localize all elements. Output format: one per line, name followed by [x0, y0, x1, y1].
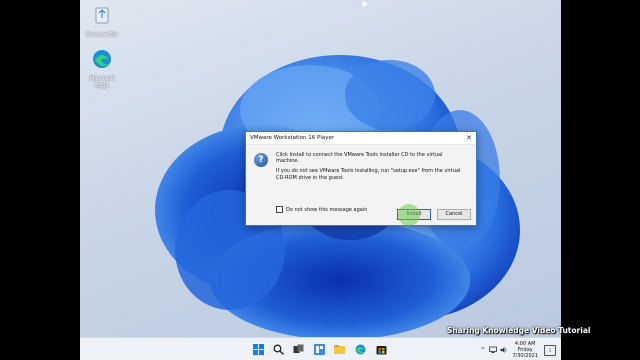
close-icon[interactable]: ✕: [466, 134, 472, 142]
checkbox-box[interactable]: [276, 206, 283, 213]
watermark-text: Sharing Knowledge Video Tutorial: [447, 326, 591, 335]
desktop-icon-label: Microsoft Edge: [89, 76, 115, 89]
checkbox-label: Do not show this message again: [286, 206, 368, 213]
click-highlight: [398, 204, 420, 226]
dialog-titlebar: VMware Workstation 16 Player ✕: [246, 132, 476, 145]
dialog-title: VMware Workstation 16 Player: [250, 135, 335, 141]
edge-icon: [93, 50, 111, 68]
notification-icon[interactable]: 1: [544, 344, 556, 356]
vmware-tools-dialog: VMware Workstation 16 Player ✕ ? Click I…: [245, 131, 477, 226]
taskbar-clock[interactable]: 4:00 AM Friday 7/30/2021: [512, 341, 538, 359]
network-icon[interactable]: [489, 346, 498, 354]
desktop-icon-recycle-bin[interactable]: Recycle Bin: [82, 4, 122, 39]
file-explorer-icon[interactable]: [334, 344, 345, 355]
desktop: Recycle Bin Microsoft Edge VMware Workst…: [80, 0, 561, 360]
tray-chevron-icon[interactable]: ^: [480, 347, 485, 354]
search-icon[interactable]: [273, 344, 284, 355]
widgets-icon[interactable]: [314, 344, 325, 355]
start-icon[interactable]: [253, 344, 264, 355]
system-tray: ^ 4:00 AM Friday 7/30/2021 1: [480, 341, 556, 359]
volume-icon[interactable]: [500, 346, 508, 354]
question-icon: ?: [254, 153, 268, 167]
desktop-icon-edge[interactable]: Microsoft Edge: [82, 48, 122, 90]
desktop-icon-label: Recycle Bin: [86, 32, 118, 38]
cancel-button[interactable]: Cancel: [437, 209, 471, 220]
dialog-message-1: Click Install to connect the VMware Tool…: [276, 152, 443, 165]
edge-icon[interactable]: [355, 344, 366, 355]
task-view-icon[interactable]: [293, 344, 304, 355]
store-icon[interactable]: [376, 344, 387, 355]
taskbar: ^ 4:00 AM Friday 7/30/2021 1: [80, 337, 561, 360]
clock-date: 7/30/2021: [512, 353, 538, 359]
dialog-message: Click Install to connect the VMware Tool…: [276, 152, 466, 185]
dont-show-again-checkbox[interactable]: Do not show this message again: [276, 206, 367, 213]
recycle-bin-icon: [95, 7, 109, 24]
dialog-message-2: If you do not see VMware Tools installin…: [276, 168, 461, 181]
